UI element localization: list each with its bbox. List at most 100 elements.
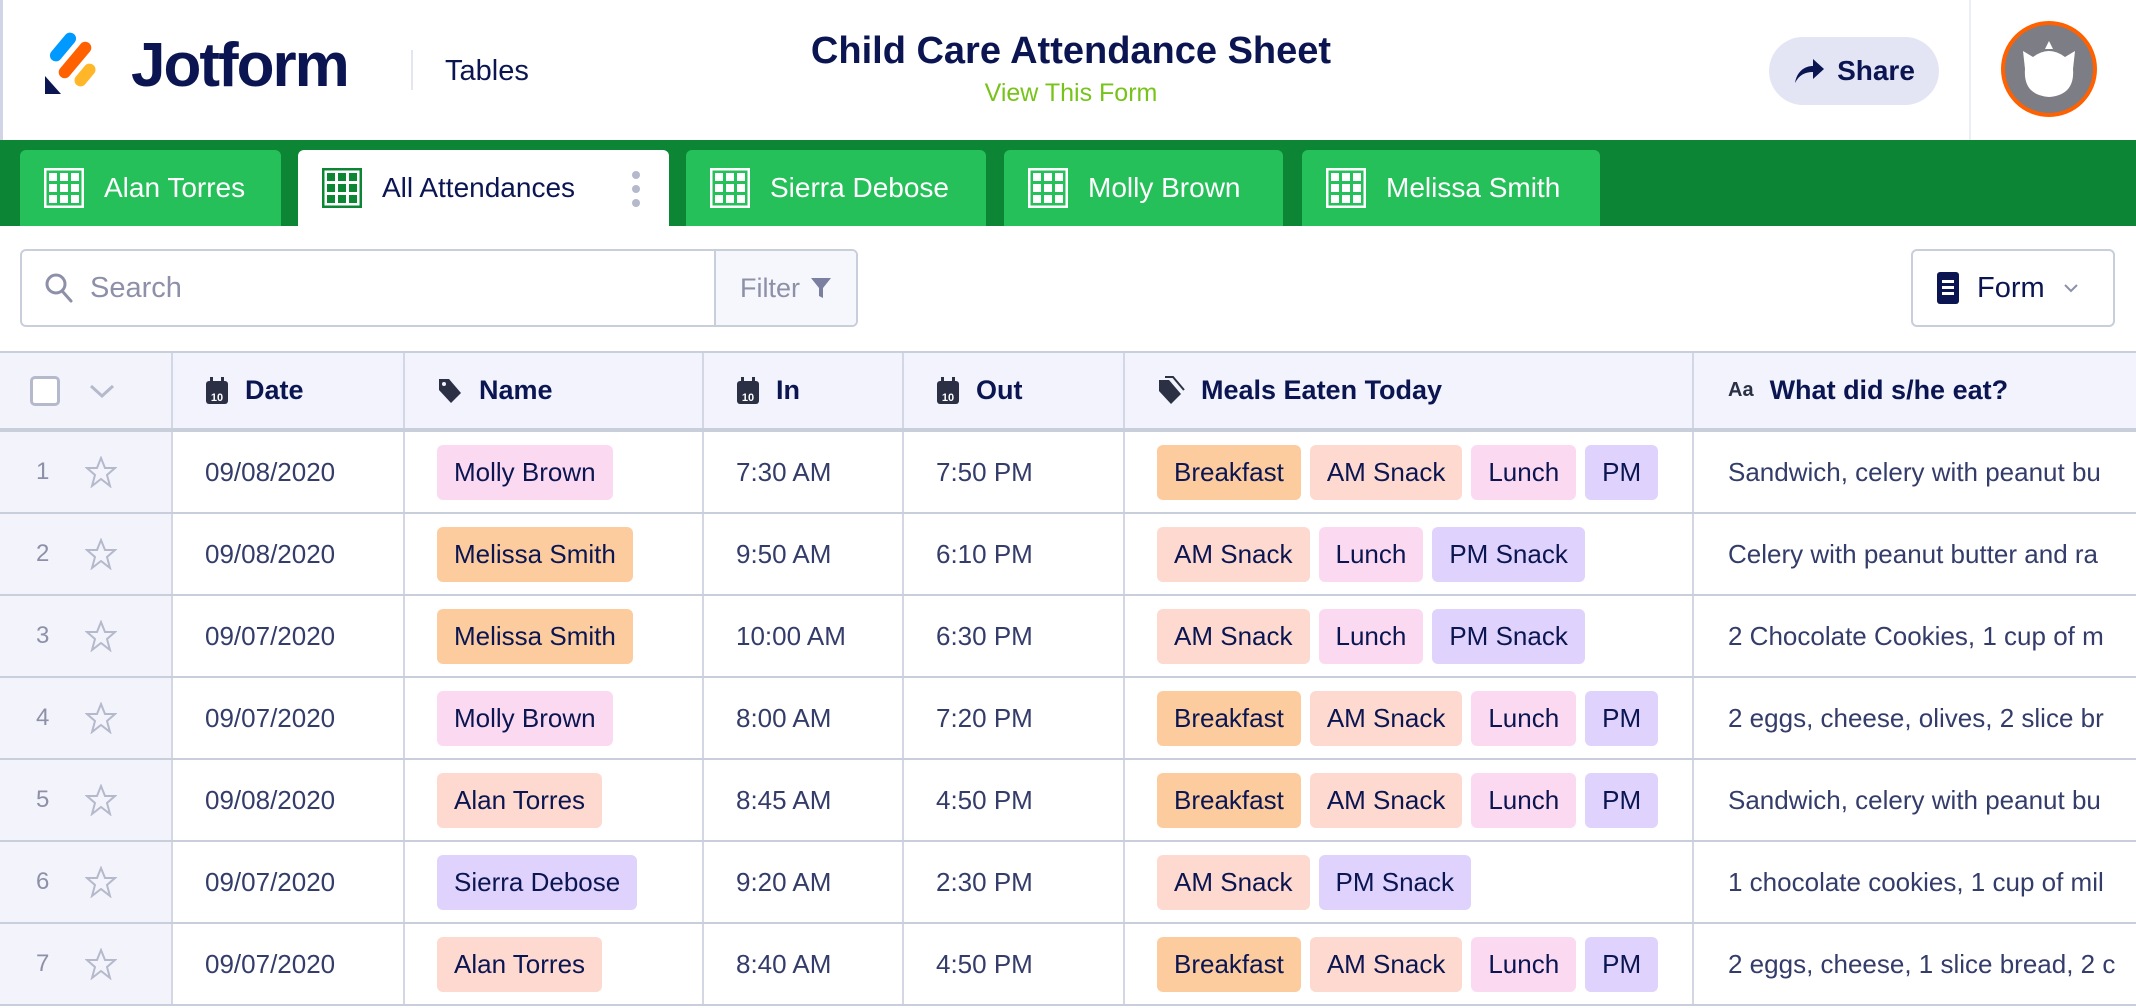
- out-cell[interactable]: 2:30 PM: [904, 842, 1125, 922]
- date-cell[interactable]: 09/08/2020: [173, 432, 405, 512]
- out-time: 4:50 PM: [936, 948, 1033, 979]
- name-cell[interactable]: Melissa Smith: [405, 596, 704, 676]
- column-header-name[interactable]: Name: [405, 353, 704, 428]
- star-icon[interactable]: [85, 948, 118, 980]
- table-grid-icon: [322, 168, 362, 208]
- name-cell[interactable]: Alan Torres: [405, 924, 704, 1004]
- date-cell[interactable]: 09/07/2020: [173, 842, 405, 922]
- table-row[interactable]: 7 09/07/2020 Alan Torres 8:40 AM 4:50 PM Brea…: [0, 924, 2136, 1006]
- search-input[interactable]: [90, 271, 650, 305]
- name-cell[interactable]: Molly Brown: [405, 678, 704, 758]
- table-row[interactable]: 5 09/08/2020 Alan Torres 8:45 AM 4:50 PM Brea…: [0, 760, 2136, 842]
- svg-text:10: 10: [942, 392, 954, 404]
- name-cell[interactable]: Alan Torres: [405, 760, 704, 840]
- table-row[interactable]: 4 09/07/2020 Molly Brown 8:00 AM 7:20 PM Brea…: [0, 678, 2136, 760]
- view-form-link[interactable]: View This Form: [985, 79, 1158, 108]
- row-number: 6: [36, 868, 50, 895]
- star-icon[interactable]: [85, 456, 118, 488]
- in-cell[interactable]: 10:00 AM: [704, 596, 904, 676]
- star-icon[interactable]: [85, 702, 118, 734]
- user-avatar[interactable]: [2001, 21, 2097, 117]
- star-icon[interactable]: [85, 866, 118, 898]
- out-cell[interactable]: 6:30 PM: [904, 596, 1125, 676]
- date-cell[interactable]: 09/07/2020: [173, 678, 405, 758]
- food-cell[interactable]: 2 eggs, cheese, olives, 2 slice br: [1694, 678, 2136, 758]
- out-cell[interactable]: 6:10 PM: [904, 514, 1125, 594]
- name-chip: Sierra Debose: [437, 854, 638, 910]
- tab-sierra-debose[interactable]: Sierra Debose: [686, 150, 986, 226]
- date-cell[interactable]: 09/07/2020: [173, 596, 405, 676]
- brand-name[interactable]: Jotform: [131, 30, 350, 101]
- star-icon[interactable]: [85, 620, 118, 652]
- column-label: What did s/he eat?: [1769, 375, 2009, 405]
- table-grid-icon: [710, 168, 750, 208]
- name-cell[interactable]: Molly Brown: [405, 432, 704, 512]
- in-cell[interactable]: 8:45 AM: [704, 760, 904, 840]
- out-cell[interactable]: 7:20 PM: [904, 678, 1125, 758]
- date-cell[interactable]: 09/07/2020: [173, 924, 405, 1004]
- food-cell[interactable]: Sandwich, celery with peanut bu: [1694, 432, 2136, 512]
- food-cell[interactable]: Celery with peanut butter and ra: [1694, 514, 2136, 594]
- star-icon[interactable]: [85, 784, 118, 816]
- in-cell[interactable]: 7:30 AM: [704, 432, 904, 512]
- column-header-date[interactable]: 10 Date: [173, 353, 405, 428]
- form-dropdown[interactable]: Form: [1911, 249, 2115, 327]
- name-cell[interactable]: Sierra Debose: [405, 842, 704, 922]
- share-button[interactable]: Share: [1769, 37, 1939, 105]
- star-icon[interactable]: [85, 538, 118, 570]
- food-cell[interactable]: 2 Chocolate Cookies, 1 cup of m: [1694, 596, 2136, 676]
- out-cell[interactable]: 4:50 PM: [904, 924, 1125, 1004]
- meals-cell[interactable]: Breakfast AM Snack Lunch PM: [1125, 432, 1694, 512]
- date-cell[interactable]: 09/08/2020: [173, 760, 405, 840]
- column-header-in[interactable]: 10 In: [704, 353, 904, 428]
- name-cell[interactable]: Melissa Smith: [405, 514, 704, 594]
- date-value: 09/08/2020: [205, 538, 336, 569]
- table-row[interactable]: 1 09/08/2020 Molly Brown 7:30 AM 7:50 PM Brea…: [0, 432, 2136, 514]
- food-cell[interactable]: 2 eggs, cheese, 1 slice bread, 2 c: [1694, 924, 2136, 1004]
- tab-molly-brown[interactable]: Molly Brown: [1004, 150, 1283, 226]
- in-cell[interactable]: 8:00 AM: [704, 678, 904, 758]
- out-cell[interactable]: 7:50 PM: [904, 432, 1125, 512]
- column-header-what-did-s-he-eat[interactable]: Aa What did s/he eat?: [1694, 353, 2136, 428]
- meal-chip: AM Snack: [1157, 854, 1310, 910]
- date-value: 09/07/2020: [205, 866, 336, 897]
- filter-button[interactable]: Filter: [714, 251, 856, 325]
- table-row[interactable]: 2 09/08/2020 Melissa Smith 9:50 AM 6:10 PM AM…: [0, 514, 2136, 596]
- date-value: 09/08/2020: [205, 784, 336, 815]
- tab-all-attendances[interactable]: All Attendances: [298, 150, 669, 226]
- out-time: 6:10 PM: [936, 538, 1033, 569]
- meals-cell[interactable]: Breakfast AM Snack Lunch PM: [1125, 924, 1694, 1004]
- chevron-down-icon[interactable]: [88, 383, 116, 399]
- meal-chip: AM Snack: [1157, 526, 1310, 582]
- app-header: Jotform Tables Child Care Attendance She…: [0, 0, 2136, 140]
- food-cell[interactable]: 1 chocolate cookies, 1 cup of mil: [1694, 842, 2136, 922]
- meals-cell[interactable]: AM Snack Lunch PM Snack: [1125, 596, 1694, 676]
- column-label: In: [776, 375, 800, 405]
- select-all-checkbox[interactable]: [30, 375, 60, 406]
- out-cell[interactable]: 4:50 PM: [904, 760, 1125, 840]
- table-row[interactable]: 6 09/07/2020 Sierra Debose 9:20 AM 2:30 PM AM…: [0, 842, 2136, 924]
- in-cell[interactable]: 9:50 AM: [704, 514, 904, 594]
- column-label: Out: [976, 375, 1023, 405]
- tab-alan-torres[interactable]: Alan Torres: [20, 150, 281, 226]
- share-arrow-icon: [1795, 59, 1825, 83]
- column-header-out[interactable]: 10 Out: [904, 353, 1125, 428]
- meals-cell[interactable]: AM Snack Lunch PM Snack: [1125, 514, 1694, 594]
- tab-melissa-smith[interactable]: Melissa Smith: [1302, 150, 1600, 226]
- food-cell[interactable]: Sandwich, celery with peanut bu: [1694, 760, 2136, 840]
- meals-cell[interactable]: Breakfast AM Snack Lunch PM: [1125, 678, 1694, 758]
- meal-chip: PM Snack: [1318, 854, 1471, 910]
- in-cell[interactable]: 8:40 AM: [704, 924, 904, 1004]
- text-type-icon: Aa: [1728, 379, 1754, 401]
- meals-cell[interactable]: Breakfast AM Snack Lunch PM: [1125, 760, 1694, 840]
- tab-label: All Attendances: [382, 172, 576, 203]
- meals-cell[interactable]: AM Snack PM Snack: [1125, 842, 1694, 922]
- date-cell[interactable]: 09/08/2020: [173, 514, 405, 594]
- in-cell[interactable]: 9:20 AM: [704, 842, 904, 922]
- out-time: 6:30 PM: [936, 620, 1033, 651]
- column-header-meals-eaten-today[interactable]: Meals Eaten Today: [1125, 353, 1694, 428]
- more-options-icon[interactable]: [631, 170, 641, 208]
- table-row[interactable]: 3 09/07/2020 Melissa Smith 10:00 AM 6:30 PM A…: [0, 596, 2136, 678]
- meal-chip: Lunch: [1471, 444, 1577, 500]
- in-time: 8:45 AM: [736, 784, 832, 815]
